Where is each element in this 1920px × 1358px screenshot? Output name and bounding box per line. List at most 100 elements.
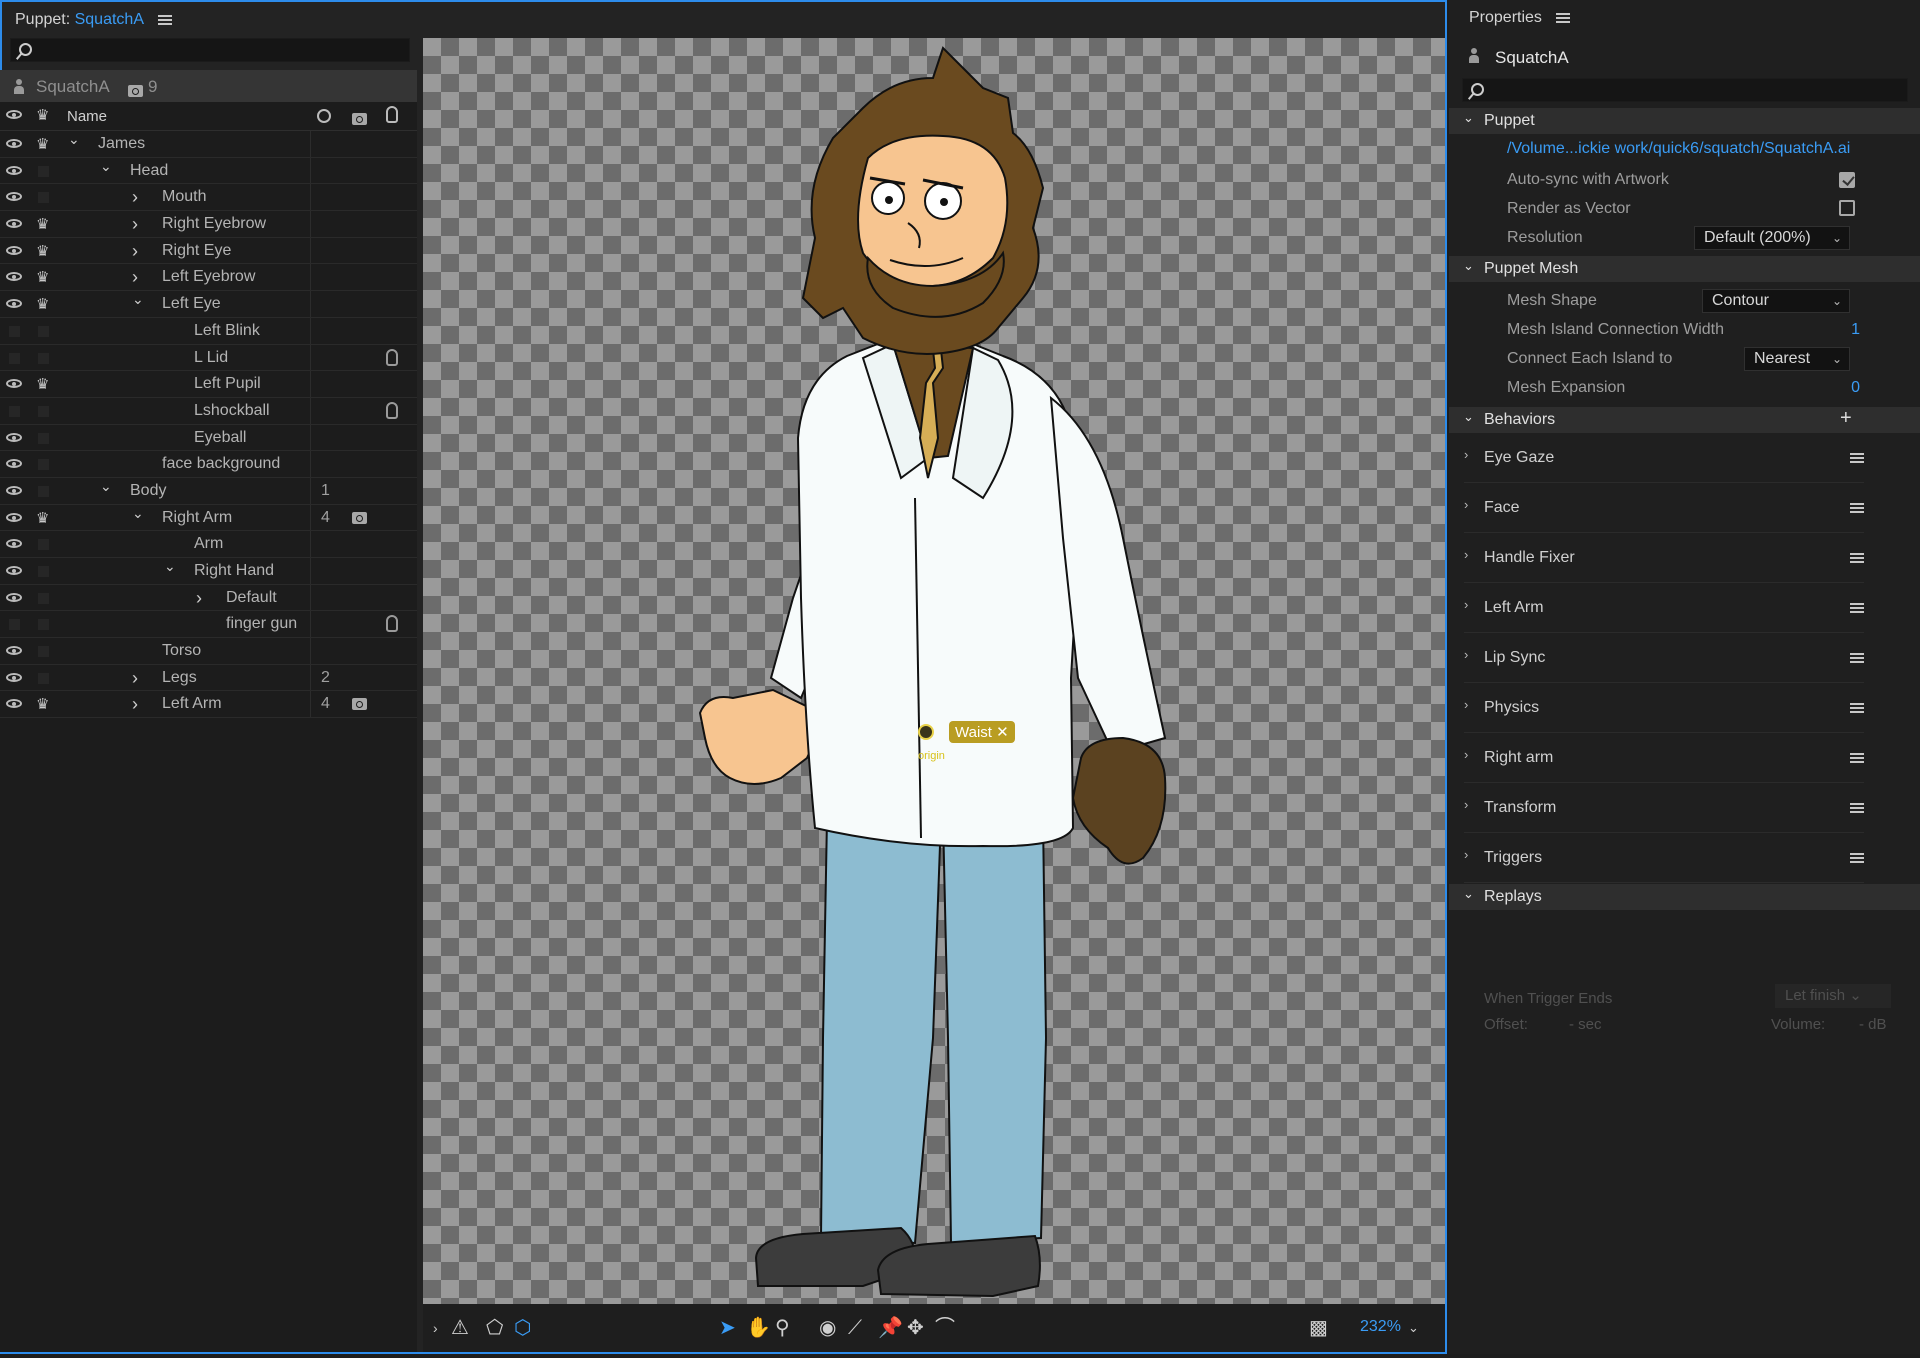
- crown-toggle[interactable]: [38, 592, 49, 604]
- visibility-toggle[interactable]: [9, 325, 20, 337]
- chevron-right-icon[interactable]: ›: [1464, 847, 1468, 862]
- crown-column-icon[interactable]: ♛: [36, 108, 49, 123]
- behavior-menu-icon[interactable]: [1850, 753, 1864, 763]
- layer-row[interactable]: Torso: [0, 638, 417, 665]
- close-icon[interactable]: ✕: [996, 724, 1009, 741]
- section-replays[interactable]: ⌄ Replays: [1449, 884, 1920, 910]
- crown-icon[interactable]: ♛: [36, 377, 49, 392]
- chevron-right-icon[interactable]: ›: [132, 694, 138, 715]
- crown-toggle[interactable]: [38, 432, 49, 444]
- eye-icon[interactable]: [6, 459, 22, 469]
- eye-icon[interactable]: [6, 699, 22, 709]
- offset-value[interactable]: - sec: [1569, 1016, 1602, 1033]
- when-trigger-ends-dropdown[interactable]: Let finish ⌄: [1775, 984, 1891, 1008]
- chevron-right-icon[interactable]: ›: [1464, 797, 1468, 812]
- layer-row[interactable]: ♛ Left Pupil: [0, 371, 417, 398]
- layer-search-input[interactable]: [10, 38, 410, 62]
- behavior-menu-icon[interactable]: [1850, 653, 1864, 663]
- chevron-right-icon[interactable]: ›: [196, 588, 202, 609]
- crown-toggle[interactable]: [38, 192, 49, 204]
- crown-toggle[interactable]: [38, 539, 49, 551]
- crown-icon[interactable]: ♛: [36, 697, 49, 712]
- chevron-down-icon[interactable]: ⌄: [132, 291, 144, 308]
- chevron-down-icon[interactable]: ⌄: [164, 558, 176, 575]
- puppet-canvas[interactable]: Waist ✕ origin: [423, 38, 1445, 1304]
- behavior-menu-icon[interactable]: [1850, 853, 1864, 863]
- layer-row[interactable]: › Legs 2: [0, 664, 417, 692]
- mesh-shape-dropdown[interactable]: Contour ⌄: [1702, 289, 1850, 313]
- mesh-icon[interactable]: ⬠: [486, 1318, 503, 1338]
- visibility-column-icon[interactable]: [6, 110, 22, 119]
- layer-row[interactable]: ⌄ Right Hand: [0, 558, 417, 585]
- pin-tool-icon[interactable]: 📌: [878, 1318, 903, 1338]
- behavior-row[interactable]: › Left Arm: [1464, 583, 1864, 633]
- chevron-right-icon[interactable]: ›: [132, 668, 138, 689]
- origin-handle-icon[interactable]: [918, 724, 934, 740]
- crown-toggle[interactable]: [38, 619, 49, 631]
- crown-icon[interactable]: ♛: [36, 137, 49, 152]
- crown-toggle[interactable]: [38, 485, 49, 497]
- chevron-right-icon[interactable]: ›: [1464, 747, 1468, 762]
- chevron-down-icon[interactable]: ⌄: [100, 478, 112, 495]
- camera-column-icon[interactable]: [352, 113, 367, 126]
- stick-tool-icon[interactable]: ⟋: [848, 1318, 862, 1338]
- eye-icon[interactable]: [6, 379, 22, 389]
- puppet-path-link[interactable]: /Volume...ickie work/quick6/squatch/Squa…: [1507, 140, 1850, 158]
- behavior-menu-icon[interactable]: [1850, 503, 1864, 513]
- visibility-toggle[interactable]: [9, 405, 20, 417]
- eye-icon[interactable]: [6, 646, 22, 656]
- crown-toggle[interactable]: [38, 165, 49, 177]
- mesh-expansion-value[interactable]: 0: [1851, 379, 1860, 397]
- behavior-menu-icon[interactable]: [1850, 553, 1864, 563]
- eye-icon[interactable]: [6, 272, 22, 282]
- chevron-right-icon[interactable]: ›: [1464, 497, 1468, 512]
- section-puppet-mesh[interactable]: ⌄ Puppet Mesh: [1449, 256, 1920, 282]
- chevron-right-icon[interactable]: ›: [132, 214, 138, 235]
- chevron-right-icon[interactable]: ›: [1464, 447, 1468, 462]
- zoom-level[interactable]: 232%: [1360, 1318, 1401, 1336]
- visibility-toggle[interactable]: [9, 352, 20, 364]
- behavior-row[interactable]: › Right arm: [1464, 733, 1864, 783]
- properties-menu-icon[interactable]: [1556, 12, 1571, 23]
- crown-toggle[interactable]: [38, 566, 49, 577]
- crown-icon[interactable]: ♛: [36, 244, 49, 259]
- behavior-row[interactable]: › Transform: [1464, 783, 1864, 833]
- behavior-row[interactable]: › Lip Sync: [1464, 633, 1864, 683]
- layer-row[interactable]: L Lid: [0, 344, 417, 372]
- behavior-row[interactable]: › Eye Gaze: [1464, 433, 1864, 483]
- crown-toggle[interactable]: [38, 352, 49, 364]
- behavior-row[interactable]: › Physics: [1464, 683, 1864, 733]
- eye-icon[interactable]: [6, 539, 22, 549]
- camera-icon[interactable]: [352, 698, 367, 711]
- crown-icon[interactable]: ♛: [36, 270, 49, 285]
- crown-toggle[interactable]: [38, 405, 49, 417]
- chevron-right-icon[interactable]: ›: [1464, 547, 1468, 562]
- resolution-dropdown[interactable]: Default (200%) ⌄: [1694, 226, 1850, 250]
- layer-row[interactable]: face background: [0, 451, 417, 478]
- chevron-right-icon[interactable]: ›: [1464, 697, 1468, 712]
- puppet-row[interactable]: SquatchA 9: [0, 70, 417, 102]
- behavior-menu-icon[interactable]: [1850, 603, 1864, 613]
- layer-row[interactable]: Left Blink: [0, 317, 417, 345]
- layer-row[interactable]: ♛ › Right Eyebrow: [0, 211, 417, 238]
- zoom-tool-icon[interactable]: ⚲: [775, 1318, 790, 1338]
- behavior-row[interactable]: › Handle Fixer: [1464, 533, 1864, 583]
- auto-sync-checkbox[interactable]: [1839, 172, 1855, 188]
- crown-toggle[interactable]: [38, 672, 49, 684]
- crown-toggle[interactable]: [38, 459, 49, 471]
- layer-row[interactable]: ♛ ⌄ Left Eye: [0, 291, 417, 318]
- chevron-down-icon[interactable]: ⌄: [100, 158, 112, 175]
- eye-icon[interactable]: [6, 192, 22, 202]
- island-width-value[interactable]: 1: [1851, 321, 1860, 339]
- section-puppet[interactable]: ⌄ Puppet: [1449, 108, 1920, 134]
- eye-icon[interactable]: [6, 165, 22, 175]
- behavior-row[interactable]: › Face: [1464, 483, 1864, 533]
- camera-icon[interactable]: [352, 511, 367, 524]
- connect-island-dropdown[interactable]: Nearest ⌄: [1744, 347, 1850, 371]
- handle-column-icon[interactable]: [386, 106, 398, 123]
- eye-icon[interactable]: [6, 512, 22, 522]
- stroke-tool-icon[interactable]: ⌒: [935, 1318, 955, 1338]
- select-tool-icon[interactable]: ➤: [719, 1318, 736, 1338]
- behavior-menu-icon[interactable]: [1850, 803, 1864, 813]
- hand-icon[interactable]: [386, 615, 398, 633]
